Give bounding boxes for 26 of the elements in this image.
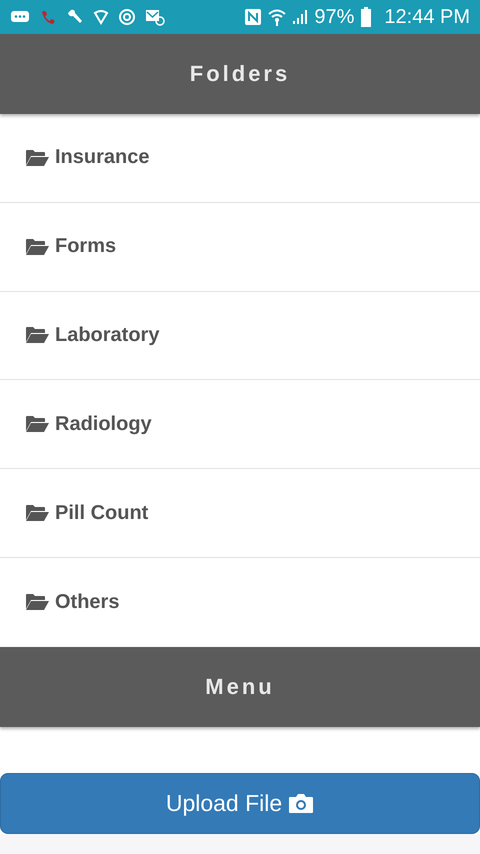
folder-item[interactable]: Radiology <box>0 380 480 470</box>
folder-icon <box>26 593 49 612</box>
wifi-icon <box>268 8 286 26</box>
folder-icon <box>26 238 49 256</box>
battery-percent: 97% <box>314 6 354 28</box>
folder-item[interactable]: Others <box>0 558 480 647</box>
battery-icon <box>360 7 372 27</box>
mail-icon <box>145 8 165 26</box>
upload-file-button[interactable]: Upload File <box>0 772 480 834</box>
wrench-icon <box>66 8 84 26</box>
phone-icon <box>39 8 57 26</box>
camera-icon <box>288 792 314 814</box>
nfc-icon <box>244 8 262 26</box>
folder-item[interactable]: Pill Count <box>0 469 480 558</box>
folder-icon <box>26 415 49 434</box>
folder-icon <box>26 326 49 344</box>
signal-icon <box>292 9 308 25</box>
header-title: Folders <box>190 61 290 87</box>
folder-item[interactable]: Insurance <box>0 114 480 203</box>
folder-icon <box>26 504 49 522</box>
clock-time: 12:44 PM <box>384 6 470 28</box>
chat-bubble-icon <box>10 10 30 24</box>
folder-item[interactable]: Laboratory <box>0 292 480 380</box>
menu-title: Menu <box>205 674 275 700</box>
folder-icon <box>26 148 49 167</box>
folder-item[interactable]: Forms <box>0 202 480 292</box>
